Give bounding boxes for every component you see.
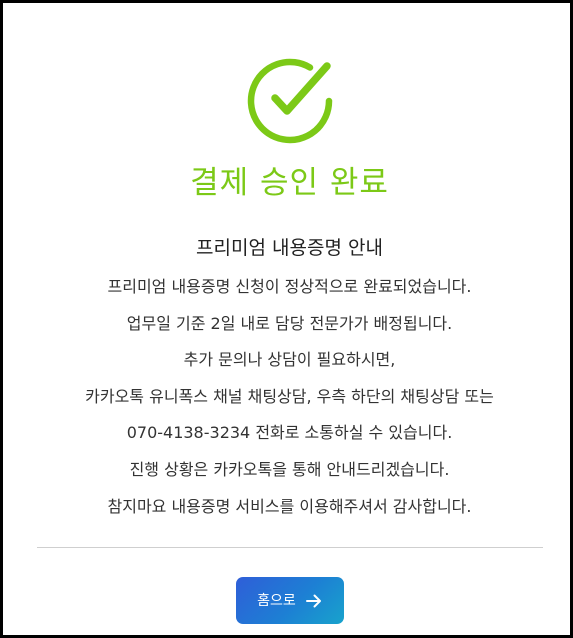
- home-button[interactable]: 홈으로: [236, 577, 344, 624]
- notice-line: 070-4138-3234 전화로 소통하실 수 있습니다.: [126, 423, 453, 443]
- notice-line: 프리미엄 내용증명 신청이 정상적으로 완료되었습니다.: [107, 277, 472, 296]
- arrow-right-icon: [305, 594, 321, 607]
- notice-line: 추가 문의나 상담이 필요하시면,: [183, 350, 396, 370]
- notice-message: 프리미엄 내용증명 신청이 정상적으로 완료되었습니다. 업무일 기준 2일 내…: [13, 269, 566, 525]
- home-button-label: 홈으로: [257, 592, 296, 609]
- page-title: 결제 승인 완료: [190, 165, 389, 201]
- notice-line: 진행 상황은 카카오톡을 통해 안내드리겠습니다.: [129, 459, 450, 479]
- check-circle-icon: [247, 58, 333, 144]
- notice-subtitle: 프리미엄 내용증명 안내: [196, 237, 383, 259]
- notice-line: 업무일 기준 2일 내로 담당 전문가가 배정됩니다.: [126, 313, 453, 333]
- notice-line: 참지마요 내용증명 서비스를 이용해주셔서 감사합니다.: [107, 496, 472, 516]
- completion-panel: 결제 승인 완료 프리미엄 내용증명 안내 프리미엄 내용증명 신청이 정상적으…: [0, 0, 573, 638]
- divider: [37, 547, 543, 548]
- notice-line: 카카오톡 유니폭스 채널 채팅상담, 우측 하단의 채팅상담 또는: [85, 386, 494, 406]
